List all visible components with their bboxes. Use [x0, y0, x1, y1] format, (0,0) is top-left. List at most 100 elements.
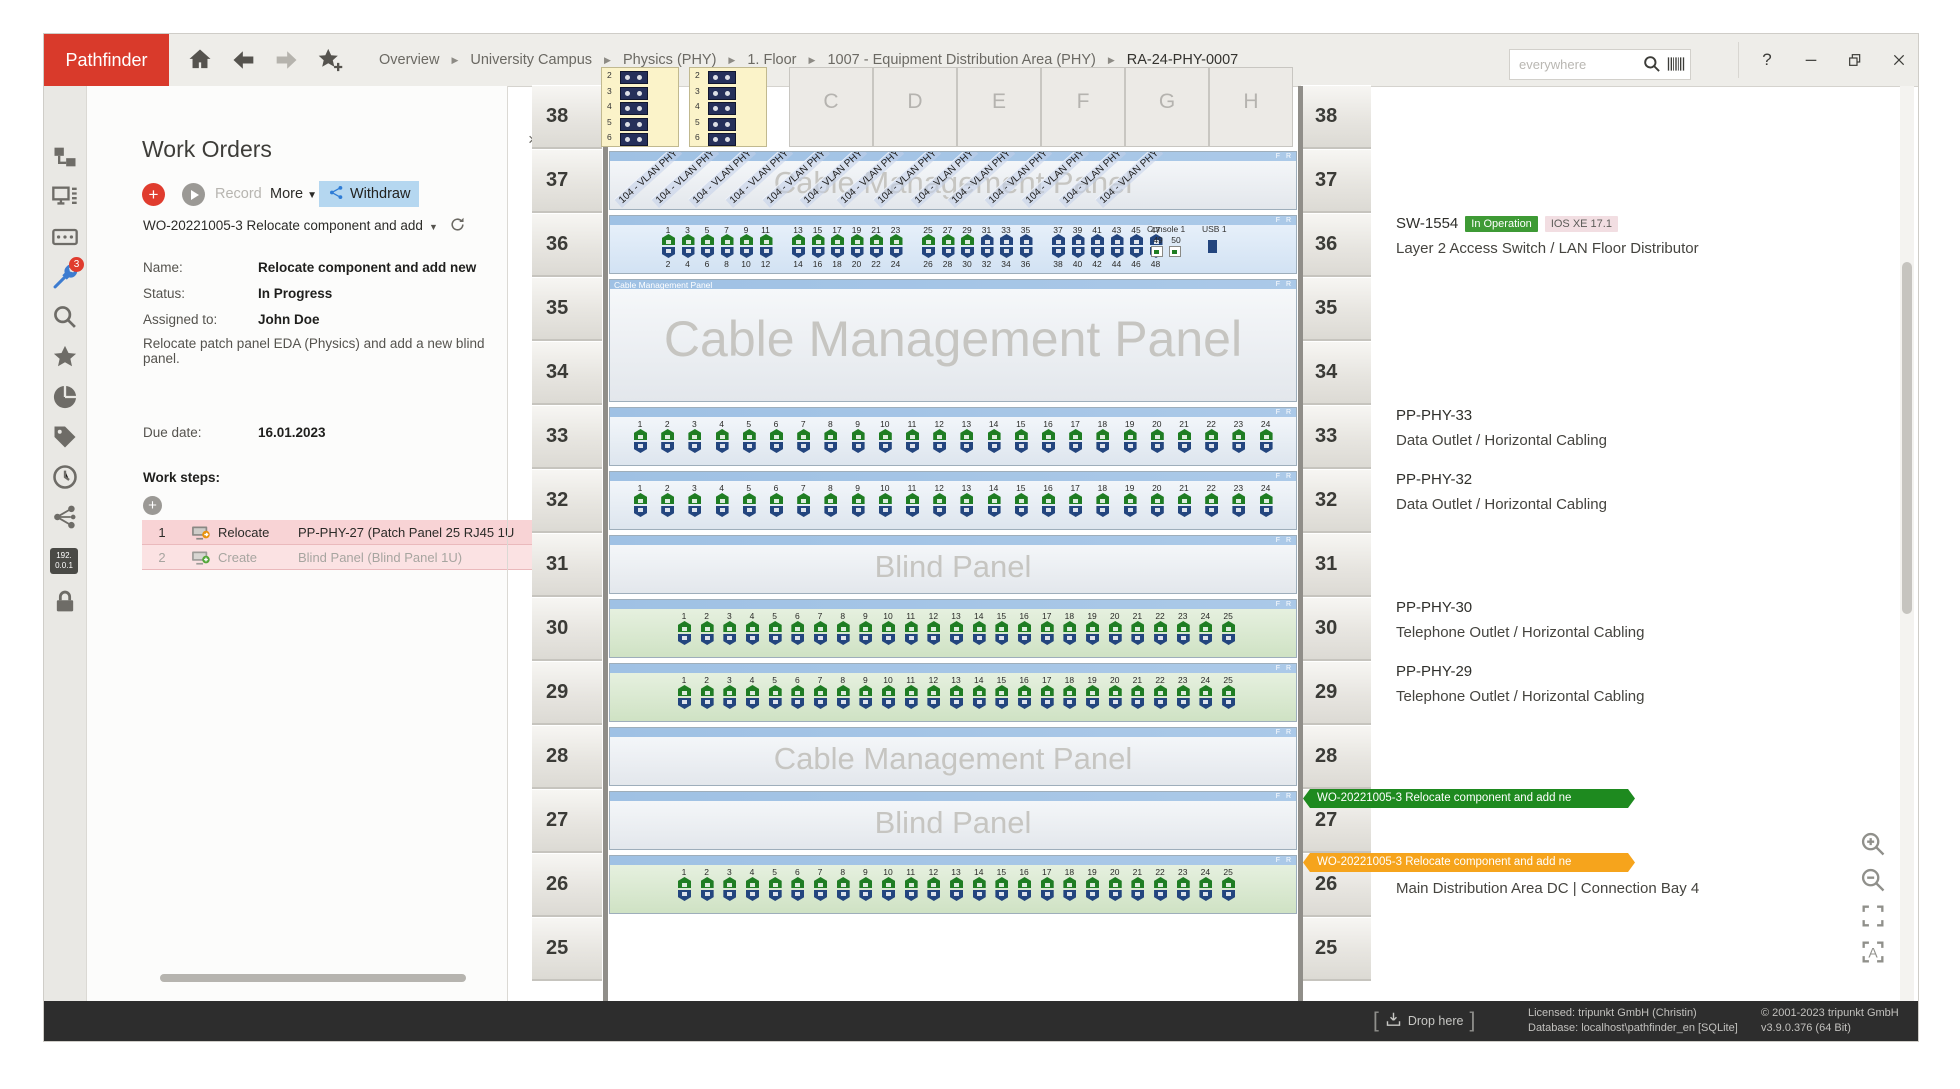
port-down[interactable] — [1069, 506, 1082, 517]
port-up[interactable] — [1124, 429, 1137, 440]
port-up[interactable] — [950, 685, 963, 696]
port-down[interactable] — [1109, 698, 1122, 709]
port-down[interactable] — [1111, 247, 1124, 258]
port-up[interactable] — [981, 234, 994, 245]
port-up[interactable] — [1041, 685, 1054, 696]
port-up[interactable] — [769, 685, 782, 696]
port-up[interactable] — [879, 429, 892, 440]
port-up[interactable] — [852, 493, 865, 504]
barcode-icon[interactable] — [1666, 54, 1686, 74]
port-down[interactable] — [743, 506, 756, 517]
lock-icon[interactable] — [51, 588, 79, 616]
port-down[interactable] — [769, 634, 782, 645]
port-up[interactable] — [1131, 877, 1144, 888]
port-up[interactable] — [859, 621, 872, 632]
port-up[interactable] — [688, 493, 701, 504]
port-down[interactable] — [1015, 442, 1028, 453]
port-down[interactable] — [1124, 442, 1137, 453]
port-up[interactable] — [1232, 493, 1245, 504]
port-up[interactable] — [814, 685, 827, 696]
fiber-module[interactable] — [620, 102, 648, 115]
port-down[interactable] — [1178, 506, 1191, 517]
record-icon[interactable] — [182, 183, 205, 206]
port-down[interactable] — [723, 890, 736, 901]
work-step-row[interactable]: 2CreateBlind Panel (Blind Panel 1U) — [142, 545, 547, 570]
port-down[interactable] — [1018, 634, 1031, 645]
port-down[interactable] — [927, 634, 940, 645]
port-up[interactable] — [1069, 429, 1082, 440]
port-down[interactable] — [1151, 506, 1164, 517]
port-down[interactable] — [814, 634, 827, 645]
port-up[interactable] — [814, 877, 827, 888]
port-down[interactable] — [1018, 698, 1031, 709]
port-down[interactable] — [927, 698, 940, 709]
port-up[interactable] — [1232, 429, 1245, 440]
port-up[interactable] — [1096, 429, 1109, 440]
usb-port[interactable] — [1208, 240, 1217, 253]
port-up[interactable] — [1177, 685, 1190, 696]
port-down[interactable] — [995, 634, 1008, 645]
port-up[interactable] — [723, 877, 736, 888]
port-down[interactable] — [760, 247, 773, 258]
port-down[interactable] — [981, 247, 994, 258]
port-down[interactable] — [1124, 506, 1137, 517]
fiber-module[interactable] — [620, 71, 648, 84]
fiber-panel-letter-section[interactable]: C — [789, 67, 873, 147]
port-down[interactable] — [973, 890, 986, 901]
port-up[interactable] — [837, 685, 850, 696]
port-down[interactable] — [879, 506, 892, 517]
port-down[interactable] — [1205, 442, 1218, 453]
more-button[interactable]: More ▼ — [270, 186, 317, 202]
help-button[interactable]: ? — [1752, 46, 1782, 74]
search-icon[interactable] — [51, 303, 79, 331]
port-down[interactable] — [995, 698, 1008, 709]
port-up[interactable] — [743, 493, 756, 504]
port-up[interactable] — [814, 621, 827, 632]
port-up[interactable] — [1091, 234, 1104, 245]
port-up[interactable] — [678, 685, 691, 696]
port-up[interactable] — [1042, 429, 1055, 440]
work-order-banner[interactable]: WO-20221005-3 Relocate component and add… — [1303, 853, 1635, 872]
port-up[interactable] — [797, 493, 810, 504]
port-down[interactable] — [933, 506, 946, 517]
drop-here-zone[interactable]: [ Drop here ] — [1373, 1001, 1475, 1041]
port-up[interactable] — [927, 877, 940, 888]
port-up[interactable] — [1018, 621, 1031, 632]
port-down[interactable] — [882, 698, 895, 709]
port-up[interactable] — [701, 234, 714, 245]
port-down[interactable] — [824, 442, 837, 453]
port-up[interactable] — [701, 685, 714, 696]
port-up[interactable] — [678, 877, 691, 888]
port-down[interactable] — [859, 698, 872, 709]
breadcrumb-item[interactable]: Physics (PHY) — [623, 52, 716, 68]
port-down[interactable] — [740, 247, 753, 258]
port-down[interactable] — [1199, 634, 1212, 645]
port-down[interactable] — [1131, 698, 1144, 709]
vertical-scrollbar[interactable] — [1900, 86, 1914, 1001]
restore-button[interactable] — [1840, 46, 1870, 74]
port-up[interactable] — [942, 234, 955, 245]
port-up[interactable] — [1177, 621, 1190, 632]
port-up[interactable] — [770, 429, 783, 440]
port-down[interactable] — [746, 634, 759, 645]
port-down[interactable] — [1086, 698, 1099, 709]
port-up[interactable] — [1131, 621, 1144, 632]
fiber-module[interactable] — [708, 118, 736, 131]
port-up[interactable] — [1096, 493, 1109, 504]
fiber-panel-letter-section[interactable]: D — [873, 67, 957, 147]
port-up[interactable] — [1260, 429, 1273, 440]
fit-text-icon[interactable]: A — [1859, 938, 1887, 966]
port-up[interactable] — [1063, 685, 1076, 696]
port-down[interactable] — [1154, 634, 1167, 645]
fiber-module[interactable] — [620, 87, 648, 100]
port-down[interactable] — [882, 634, 895, 645]
port-down[interactable] — [1063, 698, 1076, 709]
port-down[interactable] — [661, 506, 674, 517]
port-up[interactable] — [859, 685, 872, 696]
port-up[interactable] — [837, 877, 850, 888]
patch-panel[interactable]: F R1234567891011121314151617181920212223… — [609, 471, 1297, 530]
port-up[interactable] — [760, 234, 773, 245]
port-up[interactable] — [1052, 234, 1065, 245]
port-up[interactable] — [721, 234, 734, 245]
console-port[interactable] — [1151, 246, 1163, 257]
